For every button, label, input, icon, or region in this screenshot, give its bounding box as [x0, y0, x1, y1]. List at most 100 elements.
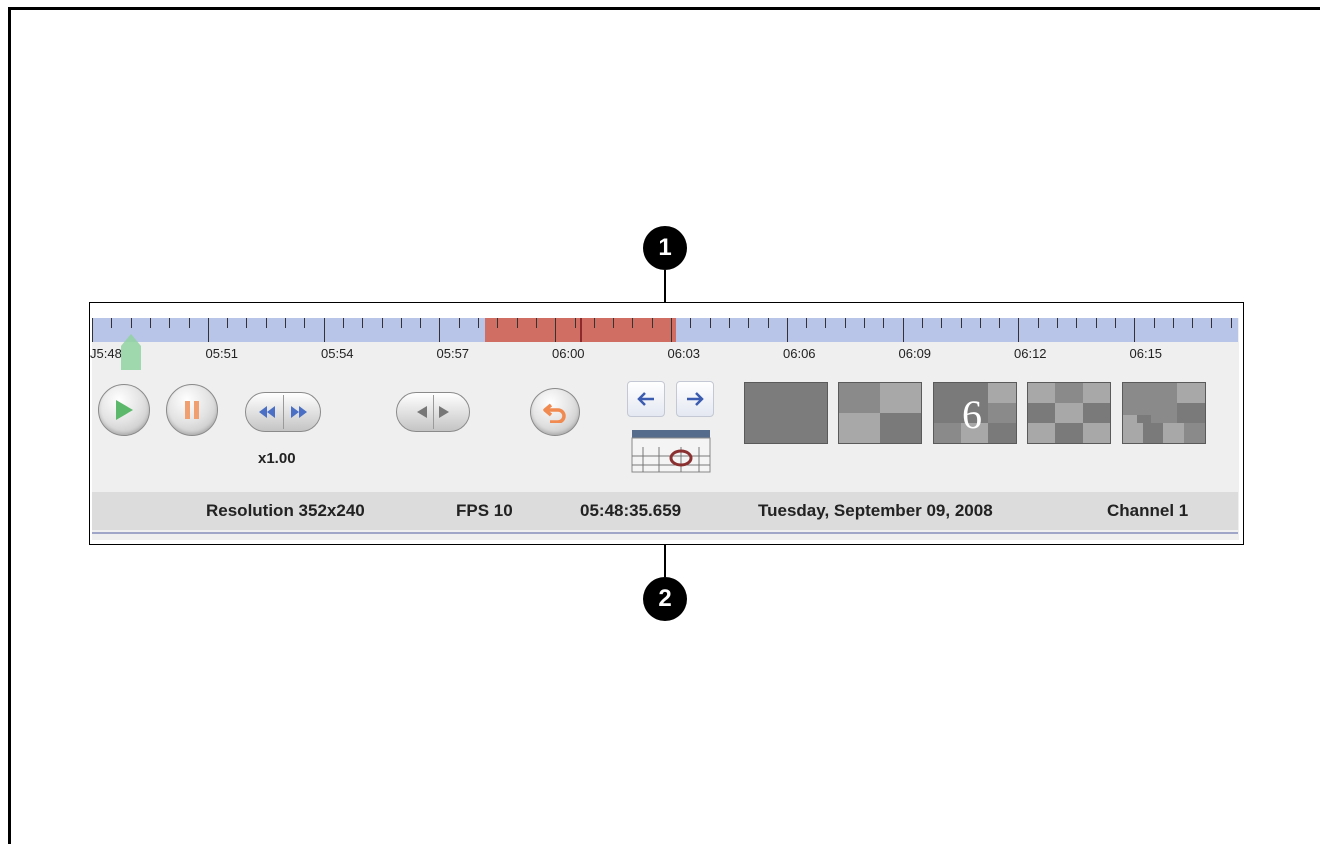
step-frame-button[interactable]	[396, 392, 470, 432]
play-icon	[116, 400, 133, 420]
timeline-minor-tick	[458, 318, 460, 328]
pause-icon	[185, 401, 199, 419]
timeline-minor-tick	[149, 318, 151, 328]
timeline-minor-tick	[1114, 318, 1116, 328]
timeline-minor-tick	[728, 318, 730, 328]
timeline-tick-label: 05:57	[436, 346, 470, 361]
previous-button[interactable]	[627, 381, 665, 417]
status-bar: Resolution 352x240 FPS 10 05:48:35.659 T…	[92, 492, 1238, 530]
timeline-minor-tick	[478, 318, 479, 328]
status-fps: FPS 10	[456, 501, 513, 520]
speed-divider	[283, 395, 284, 429]
timeline-minor-tick	[960, 318, 962, 328]
timeline-minor-tick	[111, 318, 113, 328]
layout-nine-button[interactable]	[1027, 382, 1111, 444]
timeline-tick-label: 05:54	[321, 346, 354, 361]
timeline-minor-tick	[265, 318, 267, 328]
timeline-tick-label: 06:00	[552, 346, 585, 361]
callout-1: 1	[643, 226, 687, 270]
timeline-minor-tick	[516, 318, 518, 328]
timeline-minor-tick	[285, 318, 286, 328]
timeline-minor-tick	[1057, 318, 1058, 328]
status-date: Tuesday, September 09, 2008	[758, 501, 993, 520]
layout-six-label: 6	[962, 392, 982, 437]
calendar-icon[interactable]	[631, 430, 711, 474]
timeline-minor-tick	[169, 318, 171, 328]
timeline-minor-tick	[400, 318, 402, 328]
speed-control-button[interactable]	[245, 392, 321, 432]
timeline-major-tick	[786, 318, 788, 342]
timeline-tick-label: 06:12	[1014, 346, 1047, 361]
timeline-minor-tick	[1211, 318, 1213, 328]
timeline-minor-tick	[593, 318, 595, 328]
timeline-minor-tick	[883, 318, 885, 328]
panel-bottom-border	[92, 532, 1238, 534]
timeline-minor-tick	[227, 318, 229, 328]
timeline-major-tick	[902, 318, 904, 342]
timeline-minor-tick	[304, 318, 306, 328]
layout-quad-icon	[839, 383, 921, 443]
timeline-minor-tick	[690, 318, 692, 328]
timeline-minor-tick	[806, 318, 808, 328]
timeline-minor-tick	[709, 318, 711, 328]
timeline-minor-tick	[632, 318, 634, 328]
status-channel: Channel 1	[1107, 501, 1189, 520]
timeline-minor-tick	[130, 318, 132, 328]
timeline-tick-label: 06:06	[783, 346, 816, 361]
timeline-minor-tick	[535, 318, 537, 328]
layout-mixed-button[interactable]	[1122, 382, 1206, 444]
timeline-major-tick	[323, 318, 325, 342]
timeline-minor-tick	[844, 318, 846, 328]
status-time: 05:48:35.659	[580, 501, 682, 520]
timeline-minor-tick	[748, 318, 750, 328]
layout-single-button[interactable]	[744, 382, 828, 444]
layout-quad-button[interactable]	[838, 382, 922, 444]
timeline-position-pointer-icon[interactable]	[121, 334, 141, 370]
timeline-tick-label: 05:51	[205, 346, 239, 361]
timeline-minor-tick	[825, 318, 827, 328]
timeline-minor-tick	[574, 318, 576, 328]
timeline-major-tick	[92, 318, 93, 342]
timeline-minor-tick	[497, 318, 499, 328]
callout-2-leader	[664, 545, 666, 577]
timeline-minor-tick	[651, 318, 653, 328]
timeline-major-tick	[439, 318, 441, 342]
pause-button[interactable]	[166, 384, 218, 436]
status-resolution: Resolution 352x240	[206, 501, 365, 520]
callout-2: 2	[643, 577, 687, 621]
timeline-major-tick	[555, 318, 557, 342]
timeline-minor-tick	[1230, 318, 1232, 328]
timeline-minor-tick	[1192, 318, 1194, 328]
step-divider	[433, 395, 434, 429]
timeline-minor-tick	[999, 318, 1001, 328]
timeline-minor-tick	[1153, 318, 1155, 328]
speed-label: x1.00	[258, 450, 296, 467]
timeline-minor-tick	[864, 318, 865, 328]
return-button[interactable]	[530, 388, 580, 436]
timeline-minor-tick	[1037, 318, 1039, 328]
undo-icon	[543, 403, 566, 423]
play-button[interactable]	[98, 384, 150, 436]
timeline-tick-label: 06:15	[1129, 346, 1163, 361]
timeline-minor-tick	[188, 318, 190, 328]
timeline-minor-tick	[420, 318, 422, 328]
timeline-minor-tick	[362, 318, 364, 328]
timeline-major-tick	[207, 318, 209, 342]
timeline-minor-tick	[1172, 318, 1174, 328]
arrow-left-icon	[637, 392, 654, 406]
timeline-bar[interactable]	[92, 318, 1238, 342]
timeline-minor-tick	[342, 318, 344, 328]
timeline-minor-tick	[381, 318, 383, 328]
timeline-tick-label: 06:03	[667, 346, 701, 361]
timeline-major-tick	[1018, 318, 1020, 342]
timeline-minor-tick	[941, 318, 943, 328]
timeline-minor-tick	[1076, 318, 1078, 328]
layout-nine-icon	[1028, 383, 1110, 443]
next-button[interactable]	[676, 381, 714, 417]
timeline-minor-tick	[767, 318, 769, 328]
arrow-right-icon	[687, 392, 704, 406]
layout-mixed-icon	[1123, 383, 1205, 443]
callout-1-leader	[664, 270, 666, 302]
timeline-minor-tick	[246, 318, 248, 328]
layout-six-button[interactable]: 6	[933, 382, 1017, 444]
